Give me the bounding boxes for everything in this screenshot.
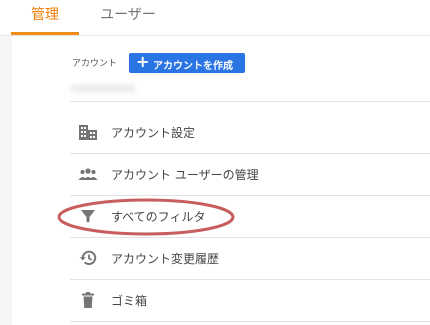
admin-tab-bar: 管理 ユーザー [0,0,430,36]
create-account-button-label: アカウントを作成 [153,61,233,72]
history-icon [78,249,98,267]
menu-item-account-settings[interactable]: アカウント設定 [70,112,430,152]
building-icon [78,123,98,141]
left-rail [0,36,12,325]
people-icon [78,165,98,183]
tab-admin[interactable]: 管理 [11,0,79,35]
filter-icon [78,207,98,225]
account-selector-blurred[interactable] [70,84,136,93]
tab-user-label: ユーザー [100,7,156,23]
menu-item-account-change-history[interactable]: アカウント変更履歴 [70,238,430,278]
menu-item-label: アカウント ユーザーの管理 [111,168,259,182]
menu-item-label: ゴミ箱 [111,294,148,308]
divider [70,321,430,322]
trash-icon [78,291,98,309]
divider [70,101,430,102]
create-account-button[interactable]: + アカウントを作成 [129,52,245,73]
menu-item-label: アカウント変更履歴 [111,252,220,266]
tab-admin-label: 管理 [31,7,59,23]
menu-item-account-user-management[interactable]: アカウント ユーザーの管理 [70,154,430,194]
menu-item-label: すべてのフィルタ [111,210,206,224]
account-column-label: アカウント [72,59,118,69]
active-tab-underline [11,32,79,35]
plus-icon: + [136,52,150,71]
menu-item-label: アカウント設定 [111,126,196,140]
menu-item-all-filters[interactable]: すべてのフィルタ [70,196,430,236]
menu-item-trash[interactable]: ゴミ箱 [70,280,430,320]
tab-user[interactable]: ユーザー [96,0,160,35]
